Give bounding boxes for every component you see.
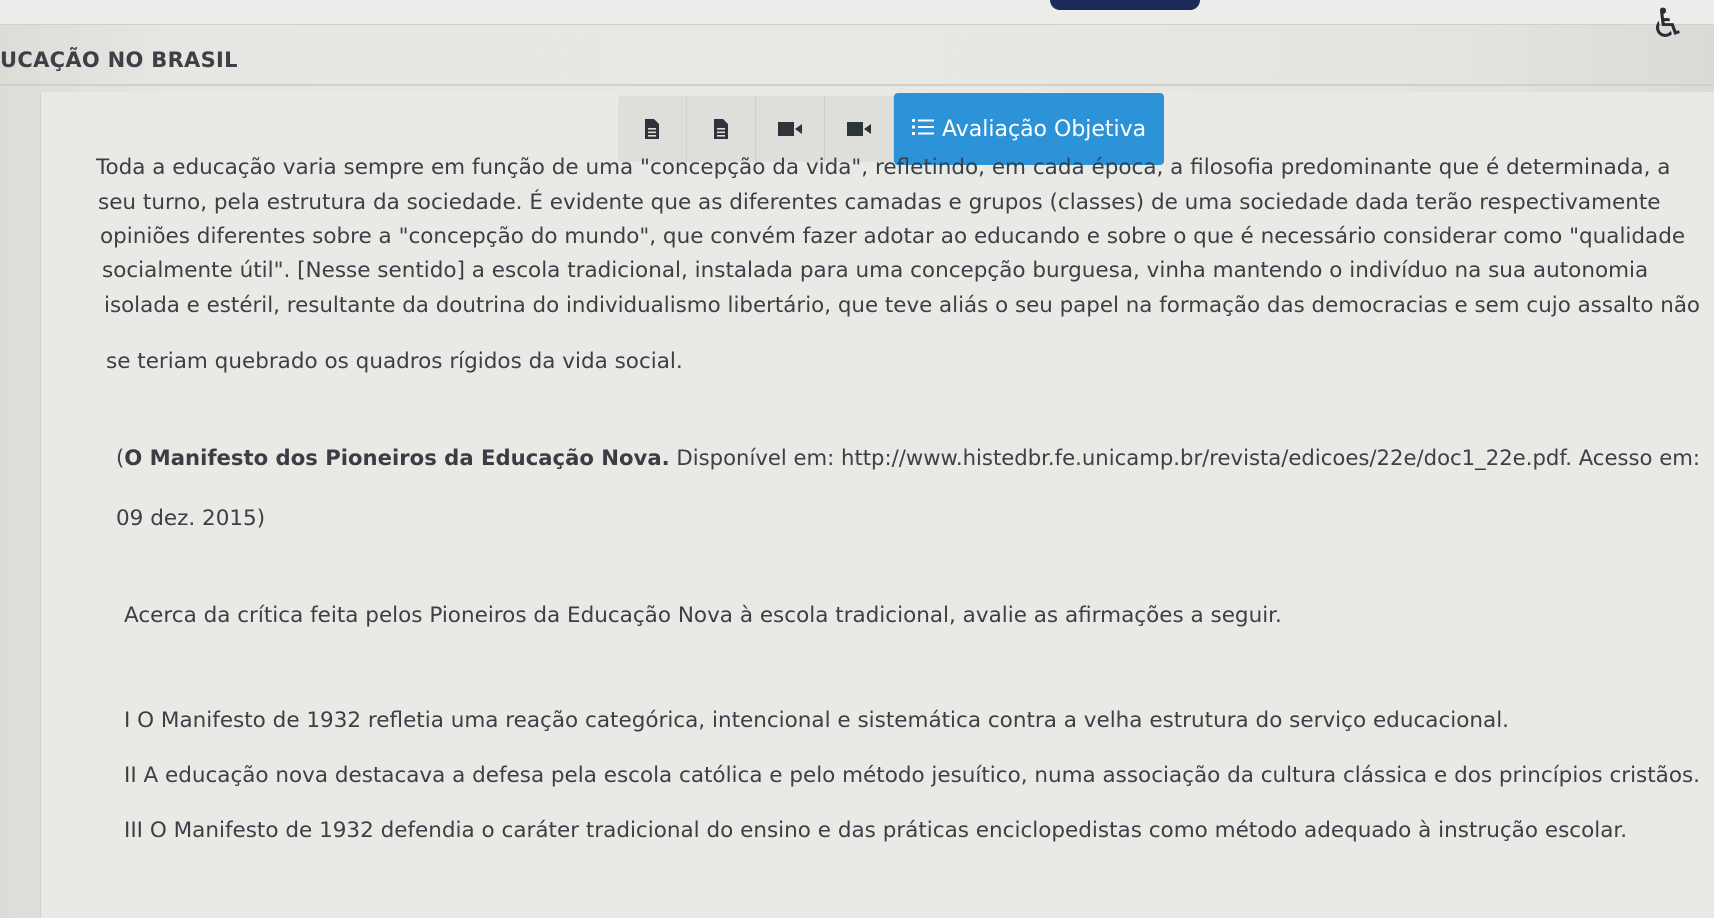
tab-label: Avaliação Objetiva bbox=[942, 116, 1147, 142]
source-url: Disponível em: http://www.histedbr.fe.un… bbox=[669, 446, 1701, 471]
passage-line: seu turno, pela estrutura da sociedade. … bbox=[98, 190, 1661, 215]
document-button-2[interactable] bbox=[687, 96, 756, 162]
statement-2: II A educação nova destacava a defesa pe… bbox=[124, 763, 1700, 788]
video-icon bbox=[847, 122, 871, 136]
course-title: UCAÇÃO NO BRASIL bbox=[0, 48, 238, 72]
header-divider bbox=[0, 84, 1714, 86]
content-toolbar: Avaliação Objetiva bbox=[618, 93, 1165, 165]
video-icon bbox=[778, 122, 802, 136]
passage-line: se teriam quebrado os quadros rígidos da… bbox=[106, 349, 683, 374]
list-icon bbox=[912, 117, 934, 142]
video-button-1[interactable] bbox=[756, 96, 825, 162]
passage-line: Toda a educação varia sempre em função d… bbox=[96, 155, 1671, 180]
content-panel bbox=[40, 92, 1714, 918]
video-button-2[interactable] bbox=[825, 96, 894, 162]
passage-line: isolada e estéril, resultante da doutrin… bbox=[104, 293, 1701, 318]
document-icon bbox=[714, 119, 728, 139]
passage-line: opiniões diferentes sobre a "concepção d… bbox=[100, 224, 1686, 249]
document-button-1[interactable] bbox=[618, 96, 687, 162]
source-title: O Manifesto dos Pioneiros da Educação No… bbox=[124, 446, 670, 471]
statement-3: III O Manifesto de 1932 defendia o carát… bbox=[124, 818, 1628, 843]
accessibility-icon[interactable]: ♿ bbox=[1650, 4, 1686, 44]
document-icon bbox=[645, 119, 659, 139]
source-citation: (O Manifesto dos Pioneiros da Educação N… bbox=[116, 446, 1700, 471]
question-prompt: Acerca da crítica feita pelos Pioneiros … bbox=[124, 603, 1282, 628]
top-nav-tab[interactable] bbox=[1050, 0, 1200, 10]
statement-1: I O Manifesto de 1932 refletia uma reaçã… bbox=[124, 708, 1510, 733]
source-date: 09 dez. 2015) bbox=[116, 506, 266, 531]
top-bar bbox=[0, 0, 1714, 25]
passage-line: socialmente útil". [Nesse sentido] a esc… bbox=[102, 258, 1649, 283]
